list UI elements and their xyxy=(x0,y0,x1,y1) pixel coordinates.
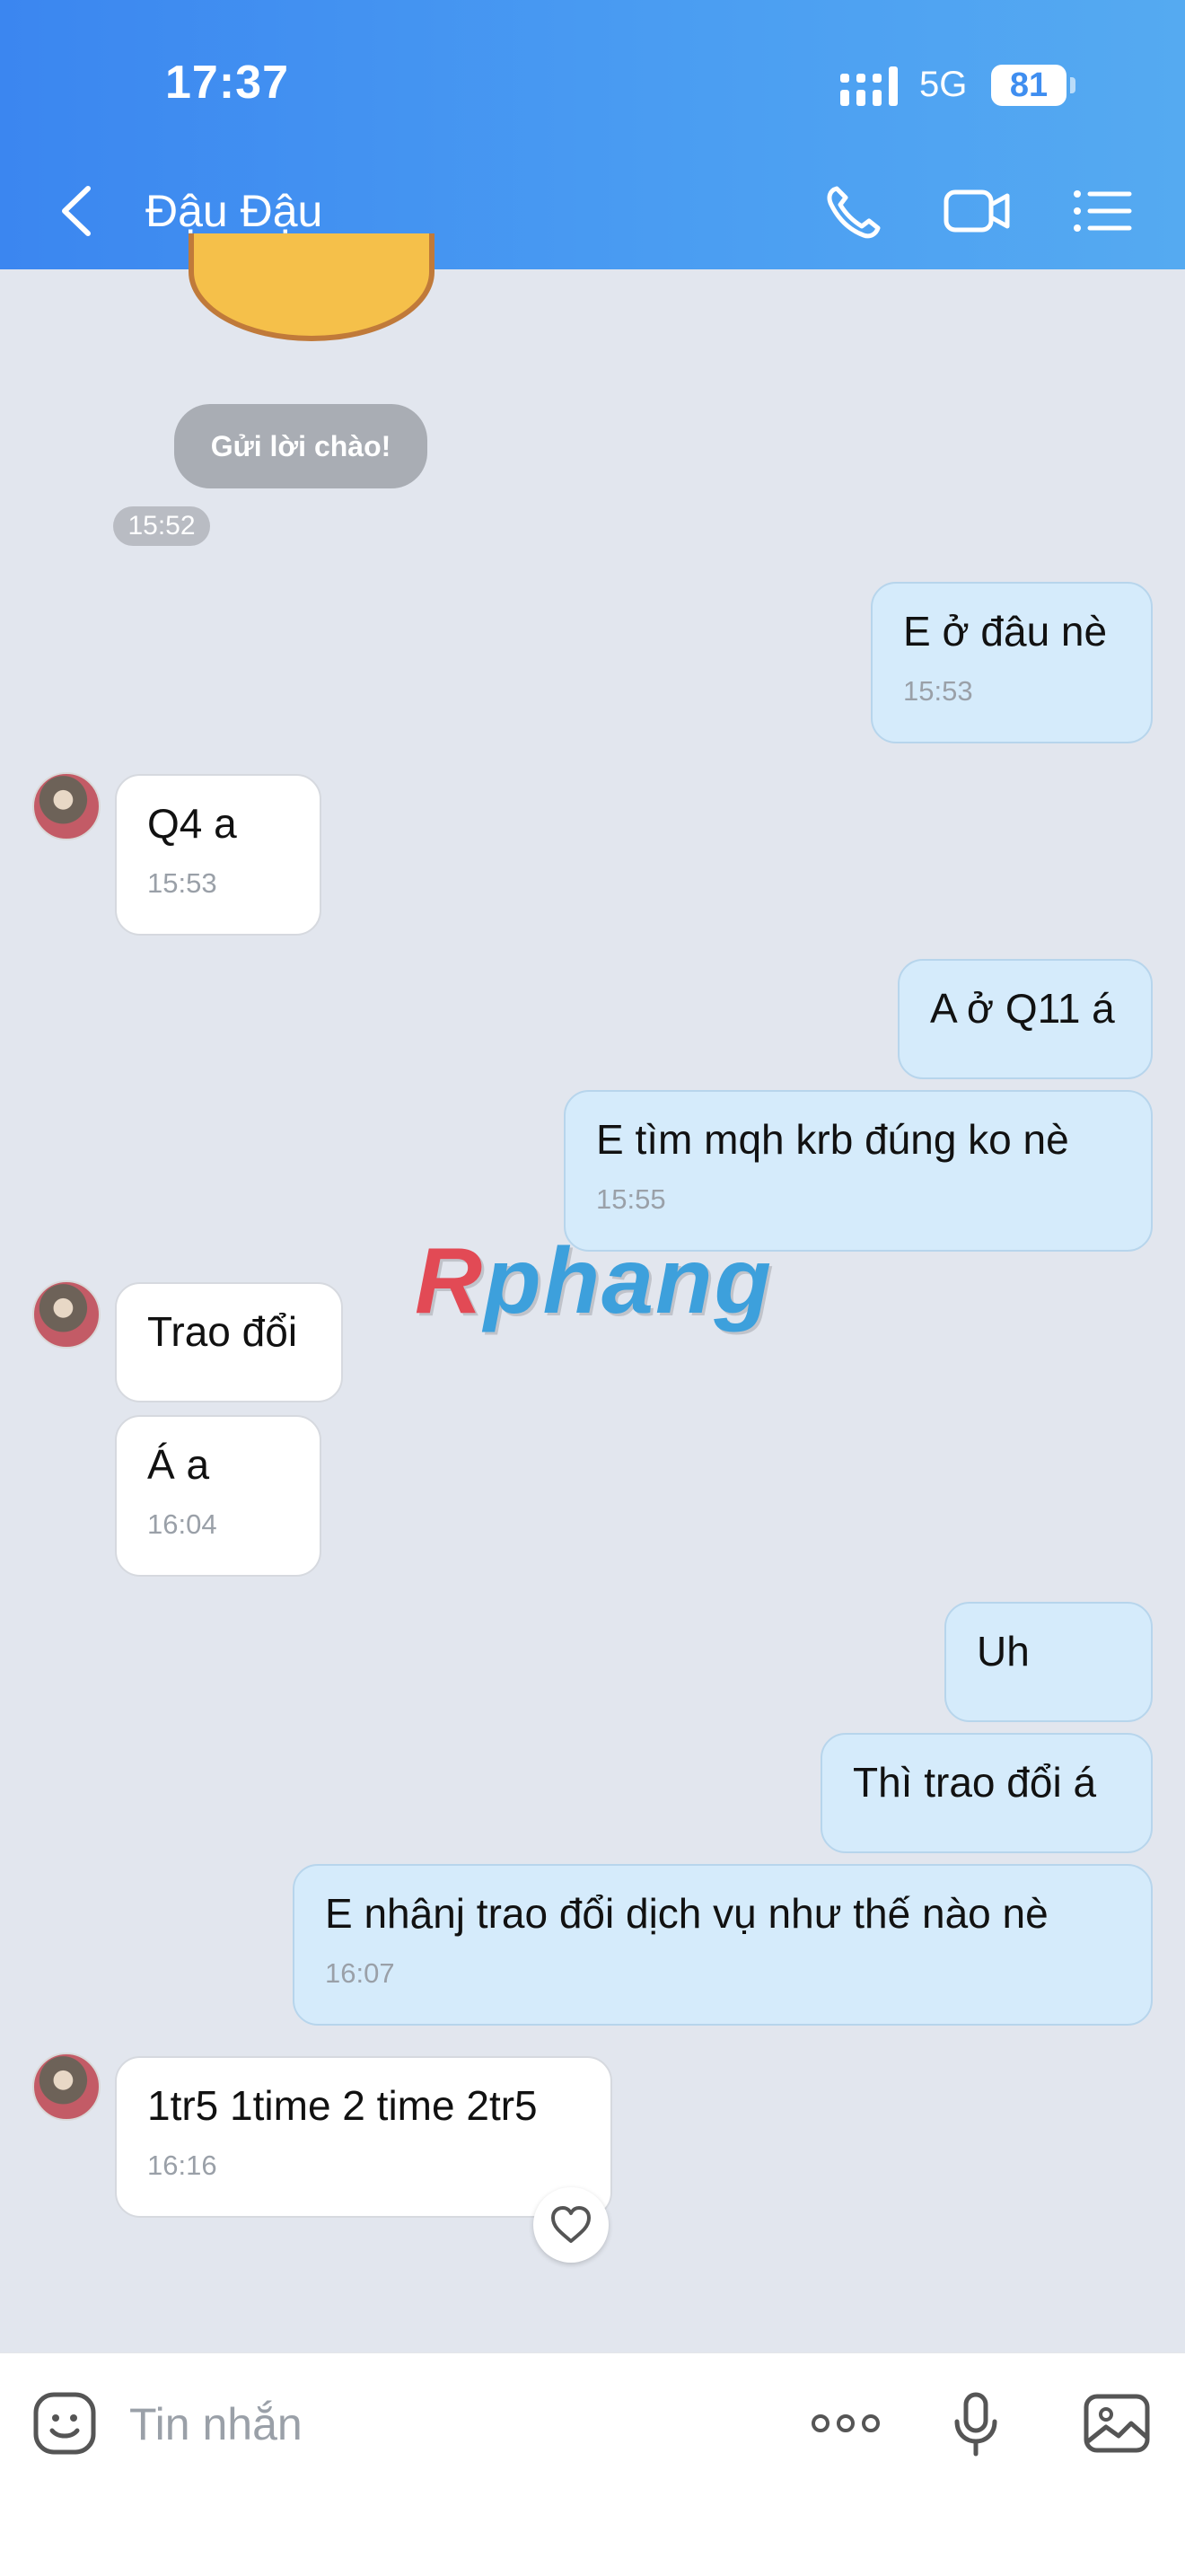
message-text: E ở đâu nè xyxy=(903,608,1108,655)
message-text: Á a xyxy=(147,1441,210,1488)
message-time: 15:53 xyxy=(147,867,217,899)
incoming-message[interactable]: Trao đổi xyxy=(115,1282,343,1402)
back-chevron-icon[interactable] xyxy=(54,180,99,242)
more-dots-icon[interactable] xyxy=(810,2389,882,2457)
battery-icon: 81 xyxy=(991,65,1066,106)
outgoing-message[interactable]: E nhânj trao đổi dịch vụ như thế nào nè … xyxy=(293,1864,1153,2026)
message-text: 1tr5 1time 2 time 2tr5 xyxy=(147,2082,538,2129)
video-call-icon[interactable] xyxy=(943,180,1011,242)
signal-icon xyxy=(840,66,898,106)
chat-header: 17:37 5G 81 Đậu Đậu xyxy=(0,0,1185,269)
outgoing-message[interactable]: Thì trao đổi á xyxy=(821,1733,1153,1853)
message-list[interactable]: Gửi lời chào! 15:52 E ở đâu nè 15:53 Q4 … xyxy=(0,233,1185,2352)
watermark-prefix: R xyxy=(415,1229,485,1333)
avatar[interactable] xyxy=(32,1280,101,1349)
message-time: 16:04 xyxy=(147,1508,217,1540)
menu-list-icon[interactable] xyxy=(1070,180,1138,242)
emoji-sticker-icon[interactable] xyxy=(31,2389,99,2457)
outgoing-message[interactable]: E ở đâu nè 15:53 xyxy=(871,582,1153,743)
image-gallery-icon[interactable] xyxy=(1083,2389,1151,2457)
avatar[interactable] xyxy=(32,2053,101,2121)
timestamp-pill: 15:52 xyxy=(113,506,210,546)
message-time: 16:07 xyxy=(325,1957,395,1989)
message-text: Thì trao đổi á xyxy=(853,1759,1097,1806)
watermark-logo: Rphang xyxy=(415,1228,773,1335)
message-time: 16:16 xyxy=(147,2150,217,2181)
battery-level: 81 xyxy=(1009,66,1049,104)
greeting-button[interactable]: Gửi lời chào! xyxy=(174,404,427,488)
heart-icon xyxy=(551,2206,591,2243)
message-text: Uh xyxy=(977,1628,1030,1675)
incoming-message[interactable]: Á a 16:04 xyxy=(115,1415,321,1577)
message-input[interactable] xyxy=(127,2389,634,2459)
message-text: Trao đổi xyxy=(147,1308,298,1355)
sticker-image[interactable] xyxy=(189,233,434,341)
message-input-bar xyxy=(0,2352,1185,2576)
message-text: Q4 a xyxy=(147,800,237,847)
incoming-message[interactable]: Q4 a 15:53 xyxy=(115,774,321,936)
avatar[interactable] xyxy=(32,772,101,840)
battery-cap xyxy=(1070,77,1075,93)
message-text: E nhânj trao đổi dịch vụ như thế nào nè xyxy=(325,1890,1049,1937)
outgoing-message[interactable]: A ở Q11 á xyxy=(898,959,1153,1079)
voice-mic-icon[interactable] xyxy=(943,2389,1011,2457)
watermark-rest: phang xyxy=(484,1229,774,1333)
message-time: 15:53 xyxy=(903,675,973,707)
status-time: 17:37 xyxy=(165,57,289,109)
like-reaction-button[interactable] xyxy=(533,2187,609,2263)
message-text: A ở Q11 á xyxy=(930,985,1115,1032)
phone-icon[interactable] xyxy=(821,180,889,242)
outgoing-message[interactable]: Uh xyxy=(944,1602,1153,1722)
message-text: E tìm mqh krb đúng ko nè xyxy=(596,1116,1069,1163)
outgoing-message[interactable]: E tìm mqh krb đúng ko nè 15:55 xyxy=(564,1090,1153,1252)
message-time: 15:55 xyxy=(596,1183,666,1215)
contact-name[interactable]: Đậu Đậu xyxy=(145,185,322,237)
network-type: 5G xyxy=(919,65,968,104)
